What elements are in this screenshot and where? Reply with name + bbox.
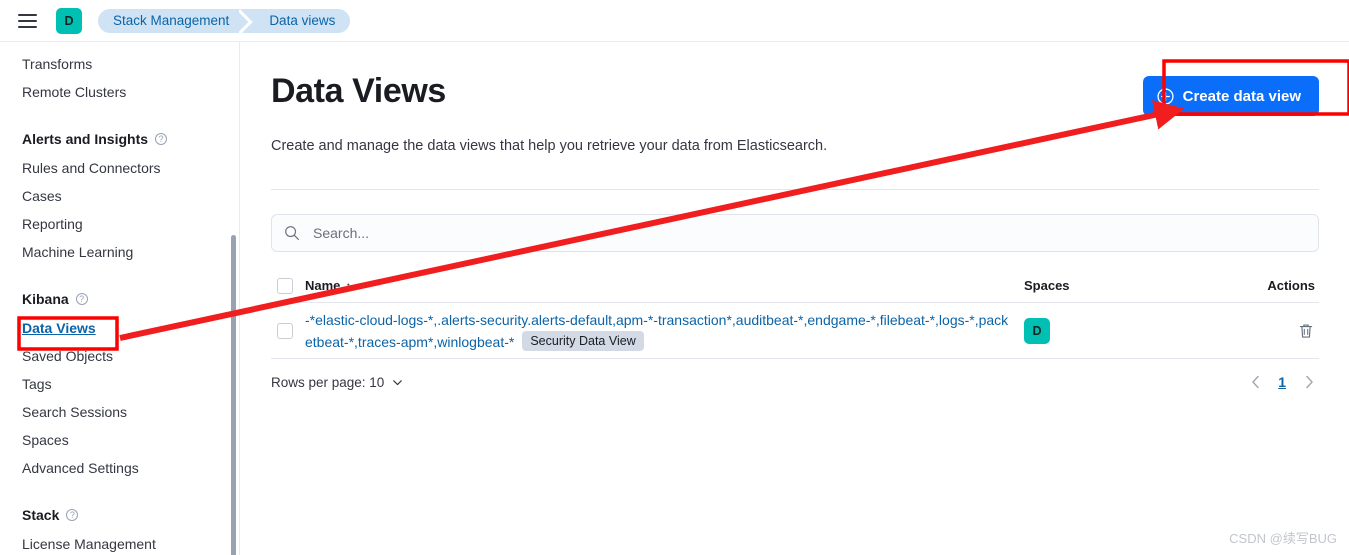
sidebar-item-tags[interactable]: Tags [0, 370, 239, 398]
user-avatar[interactable]: D [56, 7, 82, 34]
rows-per-page-selector[interactable]: Rows per page: 10 [271, 375, 404, 390]
page-header: Data Views Create data view [271, 70, 1319, 116]
table-row: -*elastic-cloud-logs-*,.alerts-security.… [271, 303, 1319, 359]
sidebar-group-stack: Stack ? [0, 500, 239, 530]
row-select-cell [271, 322, 305, 339]
sidebar-item-remote-clusters[interactable]: Remote Clusters [0, 78, 239, 106]
pagination-next-button[interactable] [1299, 372, 1319, 392]
hamburger-line [17, 19, 37, 22]
sidebar-item-saved-objects[interactable]: Saved Objects [0, 342, 239, 370]
sidebar-item-reporting[interactable]: Reporting [0, 210, 239, 238]
sidebar-group-kibana: Kibana ? [0, 284, 239, 314]
data-view-badge: Security Data View [522, 330, 644, 351]
sidebar-item-transforms[interactable]: Transforms [0, 50, 239, 78]
sidebar-list: Transforms Remote Clusters Alerts and In… [0, 42, 239, 555]
breadcrumb-separator-icon [239, 8, 254, 33]
breadcrumb-item-stack-management[interactable]: Stack Management [98, 8, 240, 33]
sidebar-scrollbar[interactable] [231, 235, 236, 555]
row-actions-cell [1209, 322, 1319, 340]
pagination-previous-button[interactable] [1245, 372, 1265, 392]
page-title: Data Views [271, 72, 446, 110]
row-name-cell: -*elastic-cloud-logs-*,.alerts-security.… [305, 309, 1024, 353]
space-avatar[interactable]: D [1024, 317, 1050, 344]
column-header-actions: Actions [1267, 278, 1315, 293]
select-all-checkbox[interactable] [277, 277, 293, 294]
sidebar-group-label: Alerts and Insights [22, 131, 149, 147]
pagination-page-1[interactable]: 1 [1275, 374, 1289, 390]
content-wrapper: Data Views Create data view Create and m… [241, 42, 1349, 392]
trash-icon[interactable] [1297, 322, 1315, 340]
breadcrumb: Stack Management Data views [98, 8, 351, 33]
chevron-down-icon [393, 379, 403, 385]
sidebar-item-data-views[interactable]: Data Views [0, 314, 239, 342]
chevron-right-icon [1305, 375, 1313, 389]
column-header-spaces: Spaces [1024, 278, 1070, 293]
help-circle-icon[interactable]: ? [75, 293, 88, 305]
watermark: CSDN @续写BUG [1229, 531, 1337, 546]
create-data-view-button[interactable]: Create data view [1142, 76, 1319, 116]
sidebar-navigation: Transforms Remote Clusters Alerts and In… [0, 42, 240, 555]
pagination: 1 [1245, 372, 1319, 392]
hamburger-line [17, 25, 37, 28]
search-icon [285, 226, 299, 240]
data-view-name-link[interactable]: -*elastic-cloud-logs-*,.alerts-security.… [305, 312, 1008, 350]
sidebar-item-cases[interactable]: Cases [0, 182, 239, 210]
table-header-row: Name ↑ Spaces Actions [271, 269, 1319, 303]
data-views-table: Name ↑ Spaces Actions -*elastic-cloud-log… [271, 269, 1319, 392]
top-navigation-bar: D Stack Management Data views [0, 0, 1349, 42]
main-content: Data Views Create data view Create and m… [241, 42, 1349, 555]
row-checkbox[interactable] [277, 322, 293, 339]
sidebar-item-rules-and-connectors[interactable]: Rules and Connectors [0, 154, 239, 182]
row-spaces-cell: D [1024, 317, 1209, 344]
help-circle-icon[interactable]: ? [155, 133, 168, 145]
sidebar-item-machine-learning[interactable]: Machine Learning [0, 238, 239, 266]
column-header-name-label: Name [305, 278, 341, 293]
column-header-name[interactable]: Name ↑ [305, 278, 1024, 293]
rows-per-page-label: Rows per page: 10 [271, 374, 385, 390]
search-input[interactable] [311, 224, 1306, 242]
sidebar-group-label: Kibana [22, 291, 69, 307]
plus-in-circle-icon [1157, 87, 1174, 105]
hamburger-menu-icon[interactable] [14, 8, 40, 34]
sidebar-group-label: Stack [22, 507, 60, 523]
search-bar[interactable] [271, 214, 1319, 252]
sort-ascending-icon[interactable]: ↑ [345, 279, 351, 293]
page-description: Create and manage the data views that he… [271, 138, 828, 154]
hamburger-line [17, 13, 37, 16]
breadcrumb-item-data-views[interactable]: Data views [253, 8, 351, 33]
kibana-data-views-page: D Stack Management Data views Transforms… [0, 0, 1349, 555]
sidebar-item-license-management[interactable]: License Management [0, 530, 239, 555]
header-divider [271, 189, 1319, 190]
sidebar-group-alerts-and-insights: Alerts and Insights ? [0, 124, 239, 154]
sidebar-item-search-sessions[interactable]: Search Sessions [0, 398, 239, 426]
select-all-cell [271, 277, 305, 294]
help-circle-icon[interactable]: ? [66, 509, 79, 521]
create-data-view-label: Create data view [1182, 87, 1301, 105]
chevron-left-icon [1251, 375, 1259, 389]
sidebar-item-spaces[interactable]: Spaces [0, 426, 239, 454]
table-footer: Rows per page: 10 1 [271, 372, 1319, 392]
sidebar-item-advanced-settings[interactable]: Advanced Settings [0, 454, 239, 482]
